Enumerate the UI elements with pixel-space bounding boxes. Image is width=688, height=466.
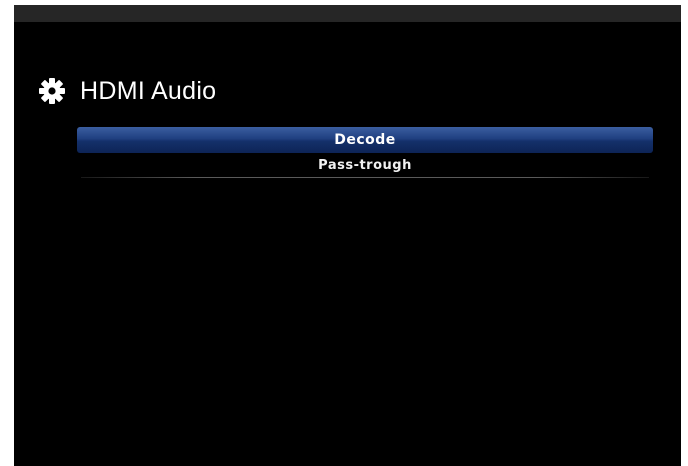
settings-header: HDMI Audio [38, 73, 216, 109]
list-divider [81, 177, 649, 178]
top-band [14, 5, 681, 22]
gear-icon [38, 77, 66, 105]
page-title: HDMI Audio [80, 76, 217, 105]
option-pass-trough[interactable]: Pass-trough [77, 153, 653, 177]
option-decode[interactable]: Decode [77, 127, 653, 153]
option-list: Decode Pass-trough [77, 127, 653, 178]
tv-screen: HDMI Audio Decode Pass-trough [14, 5, 681, 466]
